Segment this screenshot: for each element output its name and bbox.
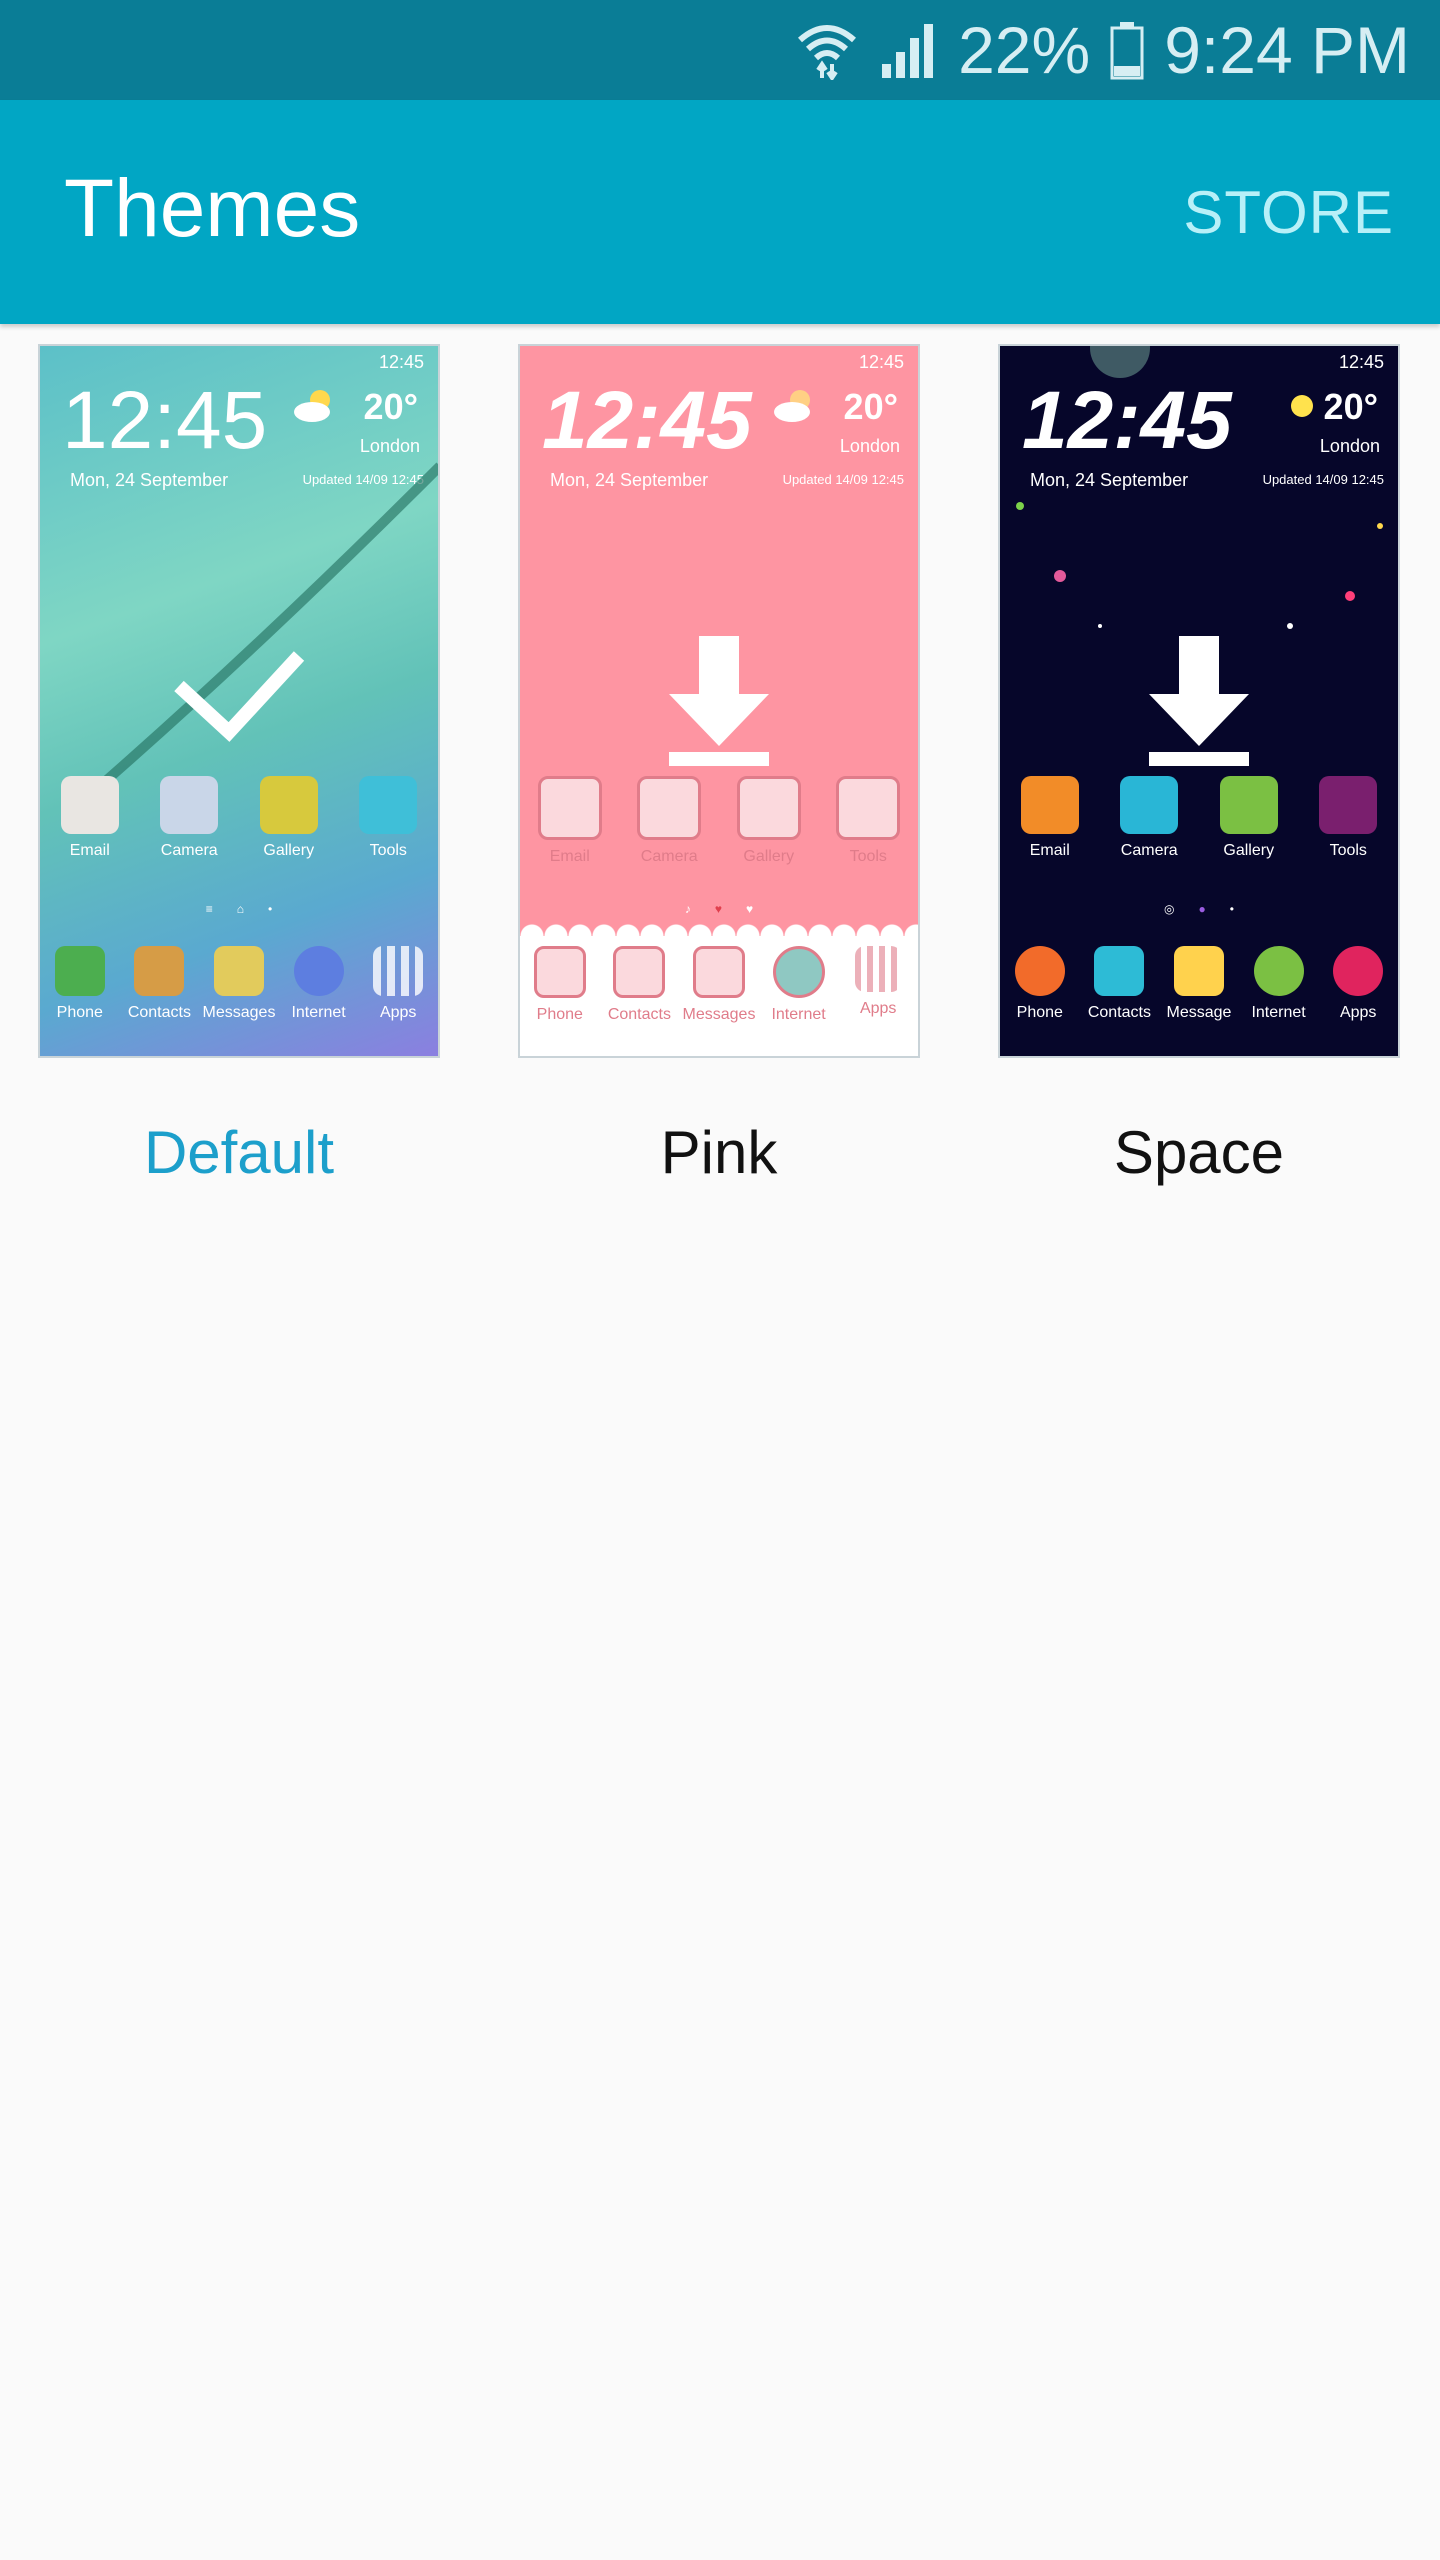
page-indicator: ♪ ♥ ♥ bbox=[684, 902, 754, 916]
app-camera-icon: Camera bbox=[150, 776, 228, 860]
preview-city: London bbox=[1319, 436, 1380, 456]
signal-icon bbox=[878, 20, 938, 80]
app-apps-icon: Apps bbox=[1319, 946, 1397, 1022]
app-tools-icon: Tools bbox=[349, 776, 427, 860]
dock-row: Phone Contacts Messages Internet Apps bbox=[520, 946, 918, 1024]
store-button[interactable]: STORE bbox=[1183, 178, 1394, 247]
preview-updated: Updated 14/09 12:45 bbox=[1262, 472, 1384, 487]
app-apps-icon: Apps bbox=[359, 946, 437, 1022]
preview-clock: 12:45 bbox=[1022, 375, 1232, 466]
sun-icon bbox=[1284, 388, 1320, 429]
page-indicator: ◎ ● • bbox=[1164, 902, 1234, 916]
home-apps-row: Email Camera Gallery Tools bbox=[520, 776, 918, 866]
theme-card-pink[interactable]: 12:45 12:45 Mon, 24 September 20° London… bbox=[518, 344, 920, 1058]
dock-row: Phone Contacts Messages Internet Apps bbox=[40, 946, 438, 1022]
app-email-icon: Email bbox=[531, 776, 609, 866]
theme-label-default[interactable]: Default bbox=[38, 1118, 440, 1187]
page-title: Themes bbox=[64, 163, 361, 254]
home-apps-row: Email Camera Gallery Tools bbox=[1000, 776, 1398, 860]
preview-city: London bbox=[839, 436, 900, 456]
status-bar: 22% 9:24 PM bbox=[0, 0, 1440, 100]
app-internet-icon: Internet bbox=[760, 946, 838, 1024]
theme-card-default[interactable]: 12:45 12:45 Mon, 24 September 20° London… bbox=[38, 344, 440, 1058]
app-messages-icon: Messages bbox=[680, 946, 758, 1024]
app-tools-icon: Tools bbox=[1309, 776, 1387, 860]
home-apps-row: Email Camera Gallery Tools bbox=[40, 776, 438, 860]
app-email-icon: Email bbox=[51, 776, 129, 860]
preview-temperature: 20° bbox=[1323, 386, 1378, 427]
theme-label-space[interactable]: Space bbox=[998, 1118, 1400, 1187]
preview-temperature: 20° bbox=[843, 386, 898, 427]
battery-percentage: 22% bbox=[958, 13, 1091, 87]
dock-row: Phone Contacts Message Internet Apps bbox=[1000, 946, 1398, 1022]
app-contacts-icon: Contacts bbox=[600, 946, 678, 1024]
app-gallery-icon: Gallery bbox=[730, 776, 808, 866]
app-internet-icon: Internet bbox=[1240, 946, 1318, 1022]
preview-status-bar: 12:45 bbox=[1338, 352, 1384, 372]
download-icon bbox=[520, 636, 918, 766]
battery-icon bbox=[1110, 20, 1144, 80]
app-phone-icon: Phone bbox=[41, 946, 119, 1022]
app-gallery-icon: Gallery bbox=[1210, 776, 1288, 860]
app-apps-icon: Apps bbox=[839, 946, 917, 1024]
app-phone-icon: Phone bbox=[1001, 946, 1079, 1022]
app-message-icon: Message bbox=[1160, 946, 1238, 1022]
app-contacts-icon: Contacts bbox=[1080, 946, 1158, 1022]
preview-updated: Updated 14/09 12:45 bbox=[782, 472, 904, 487]
app-camera-icon: Camera bbox=[630, 776, 708, 866]
app-contacts-icon: Contacts bbox=[120, 946, 198, 1022]
preview-date: Mon, 24 September bbox=[1030, 470, 1189, 490]
check-icon bbox=[40, 646, 438, 746]
app-gallery-icon: Gallery bbox=[250, 776, 328, 860]
theme-card-space[interactable]: 12:45 12:45 Mon, 24 September 20° London… bbox=[998, 344, 1400, 1058]
preview-date: Mon, 24 September bbox=[550, 470, 709, 490]
wifi-icon bbox=[796, 20, 858, 80]
preview-clock: 12:45 bbox=[542, 375, 752, 466]
app-internet-icon: Internet bbox=[280, 946, 358, 1022]
app-messages-icon: Messages bbox=[200, 946, 278, 1022]
app-camera-icon: Camera bbox=[1110, 776, 1188, 860]
app-bar: Themes STORE bbox=[0, 100, 1440, 324]
clock: 9:24 PM bbox=[1164, 13, 1410, 87]
download-icon bbox=[1000, 636, 1398, 766]
preview-status-bar: 12:45 bbox=[858, 352, 904, 372]
theme-label-pink[interactable]: Pink bbox=[518, 1118, 920, 1187]
app-phone-icon: Phone bbox=[521, 946, 599, 1024]
weather-icon bbox=[770, 388, 818, 429]
page-indicator: ≡ ⌂ • bbox=[205, 902, 273, 916]
app-email-icon: Email bbox=[1011, 776, 1089, 860]
app-tools-icon: Tools bbox=[829, 776, 907, 866]
